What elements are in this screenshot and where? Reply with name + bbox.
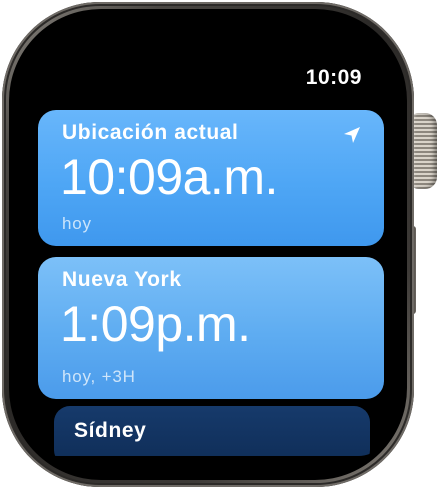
clock-card-new-york[interactable]: Nueva York 1:09p.m. hoy, +3H [38,257,384,399]
clock-city-label: Sídney [74,419,147,442]
status-time: 10:09 [305,66,362,89]
clock-card-sydney[interactable]: Sídney [54,406,370,456]
digital-crown[interactable] [412,113,437,189]
watch-screen: 10:09 Ubicación actual 10:09a.m. hoy Nue… [24,46,392,456]
clock-time: 10:09a.m. [60,149,278,205]
clock-city-label: Ubicación actual [62,121,239,144]
clock-time: 1:09p.m. [60,296,251,352]
clock-offset-label: hoy, +3H [62,367,136,386]
clock-city-label: Nueva York [62,268,182,291]
watch-frame: 10:09 Ubicación actual 10:09a.m. hoy Nue… [0,0,441,489]
location-arrow-icon [344,127,360,143]
clock-card-current-location[interactable]: Ubicación actual 10:09a.m. hoy [38,110,384,246]
clock-day-label: hoy [62,214,92,233]
